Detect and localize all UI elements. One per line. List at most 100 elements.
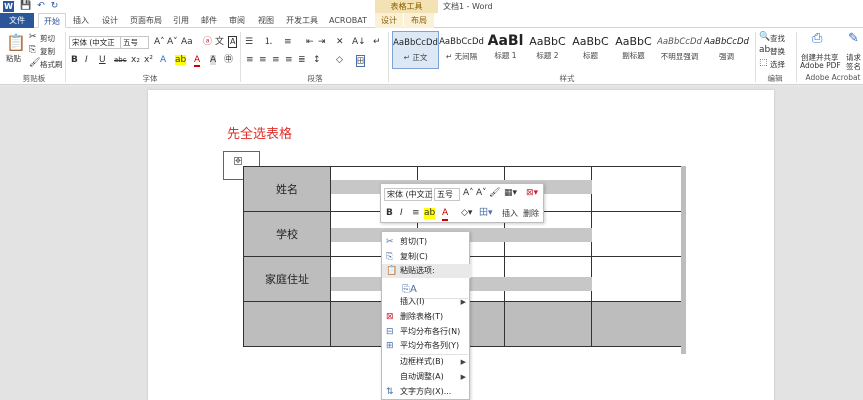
- style-no-spacing[interactable]: AaBbCcDd ↵ 无间隔: [438, 31, 485, 69]
- menu-item-autofit[interactable]: 自动调整(A) ▶: [382, 370, 471, 384]
- superscript-icon[interactable]: x²: [144, 55, 153, 65]
- find-button[interactable]: 查找: [770, 33, 785, 44]
- tab-mailings[interactable]: 邮件: [196, 13, 222, 28]
- mini-delete-button[interactable]: 删除: [523, 208, 539, 219]
- decrease-indent-icon[interactable]: ⇤: [306, 37, 314, 47]
- table-cell[interactable]: [591, 301, 682, 347]
- menu-item-insert[interactable]: 插入(I) ▶: [382, 295, 471, 309]
- change-case-icon[interactable]: Aa: [181, 37, 193, 47]
- align-center-icon[interactable]: ≡: [259, 55, 267, 65]
- strikethrough-icon[interactable]: abc: [114, 55, 127, 65]
- numbering-icon[interactable]: ⒈: [264, 37, 273, 47]
- menu-item-distribute-columns[interactable]: ⊞ 平均分布各列(Y): [382, 339, 471, 353]
- delete-table-icon[interactable]: ⊠▾: [526, 188, 538, 199]
- table-cell[interactable]: 学校: [243, 211, 331, 257]
- text-effects-icon[interactable]: A: [160, 55, 166, 65]
- tab-table-layout[interactable]: 布局: [404, 13, 434, 28]
- table-cell[interactable]: [243, 301, 331, 347]
- menu-item-distribute-rows[interactable]: ⊟ 平均分布各行(N): [382, 325, 471, 339]
- save-icon[interactable]: 💾: [20, 1, 31, 12]
- mini-size-select[interactable]: 五号: [434, 188, 460, 201]
- tab-insert[interactable]: 插入: [68, 13, 94, 28]
- shading-icon[interactable]: ◇: [336, 55, 343, 65]
- paste-button[interactable]: 粘贴: [6, 53, 21, 64]
- subscript-icon[interactable]: x₂: [131, 55, 140, 65]
- bold-button[interactable]: B: [71, 55, 78, 65]
- align-left-icon[interactable]: ≡: [246, 55, 254, 65]
- style-normal[interactable]: AaBbCcDd ↵ 正文: [392, 31, 439, 69]
- select-button[interactable]: 选择: [770, 59, 785, 70]
- menu-item-text-direction[interactable]: ⇅ 文字方向(X)...: [382, 385, 471, 399]
- bold-icon[interactable]: B: [386, 208, 393, 219]
- tab-developer[interactable]: 开发工具: [282, 13, 322, 28]
- table-cell[interactable]: 家庭住址: [243, 256, 331, 302]
- cut-button[interactable]: 剪切: [40, 33, 55, 44]
- style-heading-1[interactable]: AaBl 标题 1: [482, 31, 529, 69]
- style-heading-2[interactable]: AaBbC 标题 2: [524, 31, 571, 69]
- font-color-icon[interactable]: A: [194, 55, 201, 67]
- grow-font-icon[interactable]: A˄: [463, 188, 474, 199]
- menu-item-border-styles[interactable]: 边框样式(B) ▶: [382, 355, 471, 369]
- highlight-icon[interactable]: ab: [424, 208, 436, 219]
- clear-format-icon[interactable]: ⓐ: [203, 37, 212, 47]
- line-spacing-icon[interactable]: ↕: [313, 55, 321, 65]
- tab-references[interactable]: 引用: [168, 13, 194, 28]
- table-move-handle-icon[interactable]: ✥: [234, 157, 242, 165]
- tab-table-design[interactable]: 设计: [375, 13, 403, 28]
- bullets-icon[interactable]: ☰: [245, 37, 253, 47]
- font-color-icon[interactable]: A: [442, 208, 449, 221]
- shrink-font-icon[interactable]: A˅: [476, 188, 487, 199]
- format-painter-button[interactable]: 格式刷: [40, 59, 63, 70]
- multilevel-list-icon[interactable]: ≡: [284, 37, 292, 47]
- tab-view[interactable]: 视图: [253, 13, 279, 28]
- table-cell[interactable]: [504, 301, 592, 347]
- increase-indent-icon[interactable]: ⇥: [318, 37, 326, 47]
- enclose-char-icon[interactable]: ㊥: [224, 55, 233, 65]
- format-painter-icon[interactable]: 🖌: [489, 188, 500, 199]
- table-cell[interactable]: [591, 256, 682, 302]
- show-marks-icon[interactable]: ↵: [373, 37, 381, 47]
- highlight-icon[interactable]: ab: [175, 55, 187, 65]
- tab-page-layout[interactable]: 页面布局: [126, 13, 166, 28]
- table-cell[interactable]: 姓名: [243, 166, 331, 212]
- align-right-icon[interactable]: ≡: [272, 55, 280, 65]
- shading-icon[interactable]: ◇▾: [461, 208, 472, 219]
- style-title[interactable]: AaBbC 标题: [567, 31, 614, 69]
- mini-font-select[interactable]: 宋体 (中文正: [384, 188, 433, 201]
- italic-button[interactable]: I: [85, 55, 88, 65]
- menu-item-cut[interactable]: ✂ 剪切(T): [382, 235, 471, 249]
- mini-insert-button[interactable]: 插入: [502, 208, 518, 219]
- replace-button[interactable]: 替换: [770, 46, 785, 57]
- request-signature-line2[interactable]: 签名: [846, 61, 861, 72]
- redo-icon[interactable]: ↻: [51, 1, 59, 12]
- justify-icon[interactable]: ≡: [285, 55, 293, 65]
- phonetic-guide-icon[interactable]: 文: [215, 37, 224, 47]
- borders-icon[interactable]: 田: [356, 55, 365, 67]
- table-cell[interactable]: [591, 211, 682, 257]
- italic-icon[interactable]: I: [400, 208, 403, 219]
- tab-design[interactable]: 设计: [97, 13, 123, 28]
- underline-button[interactable]: U: [99, 55, 106, 65]
- table-grid-icon[interactable]: ▦▾: [504, 188, 517, 199]
- paste-icon[interactable]: 📋: [6, 34, 26, 52]
- menu-item-delete-table[interactable]: ⊠ 删除表格(T): [382, 310, 471, 324]
- style-subtle-emphasis[interactable]: AaBbCcDd 不明显强调: [656, 31, 703, 69]
- undo-icon[interactable]: ↶: [37, 1, 45, 12]
- menu-item-copy[interactable]: ⎘ 复制(C): [382, 250, 471, 264]
- font-size-select[interactable]: 五号: [120, 36, 149, 49]
- distribute-icon[interactable]: ≣: [298, 55, 306, 65]
- create-pdf-button-line2[interactable]: Adobe PDF: [800, 61, 841, 70]
- tab-review[interactable]: 审阅: [224, 13, 250, 28]
- style-subtitle[interactable]: AaBbC 副标题: [610, 31, 657, 69]
- table-cell[interactable]: [591, 166, 682, 212]
- shrink-font-icon[interactable]: A˅: [167, 37, 178, 47]
- borders-icon[interactable]: 田▾: [479, 208, 493, 219]
- copy-button[interactable]: 复制: [40, 46, 55, 57]
- center-icon[interactable]: ≡: [412, 208, 420, 219]
- chinese-layout-icon[interactable]: ✕: [336, 37, 344, 47]
- tab-acrobat[interactable]: ACROBAT: [326, 13, 370, 28]
- character-border-icon[interactable]: A: [228, 36, 238, 48]
- sort-icon[interactable]: A↓: [352, 37, 366, 47]
- style-emphasis[interactable]: AaBbCcDd 强调: [703, 31, 750, 69]
- tab-home[interactable]: 开始: [38, 13, 66, 28]
